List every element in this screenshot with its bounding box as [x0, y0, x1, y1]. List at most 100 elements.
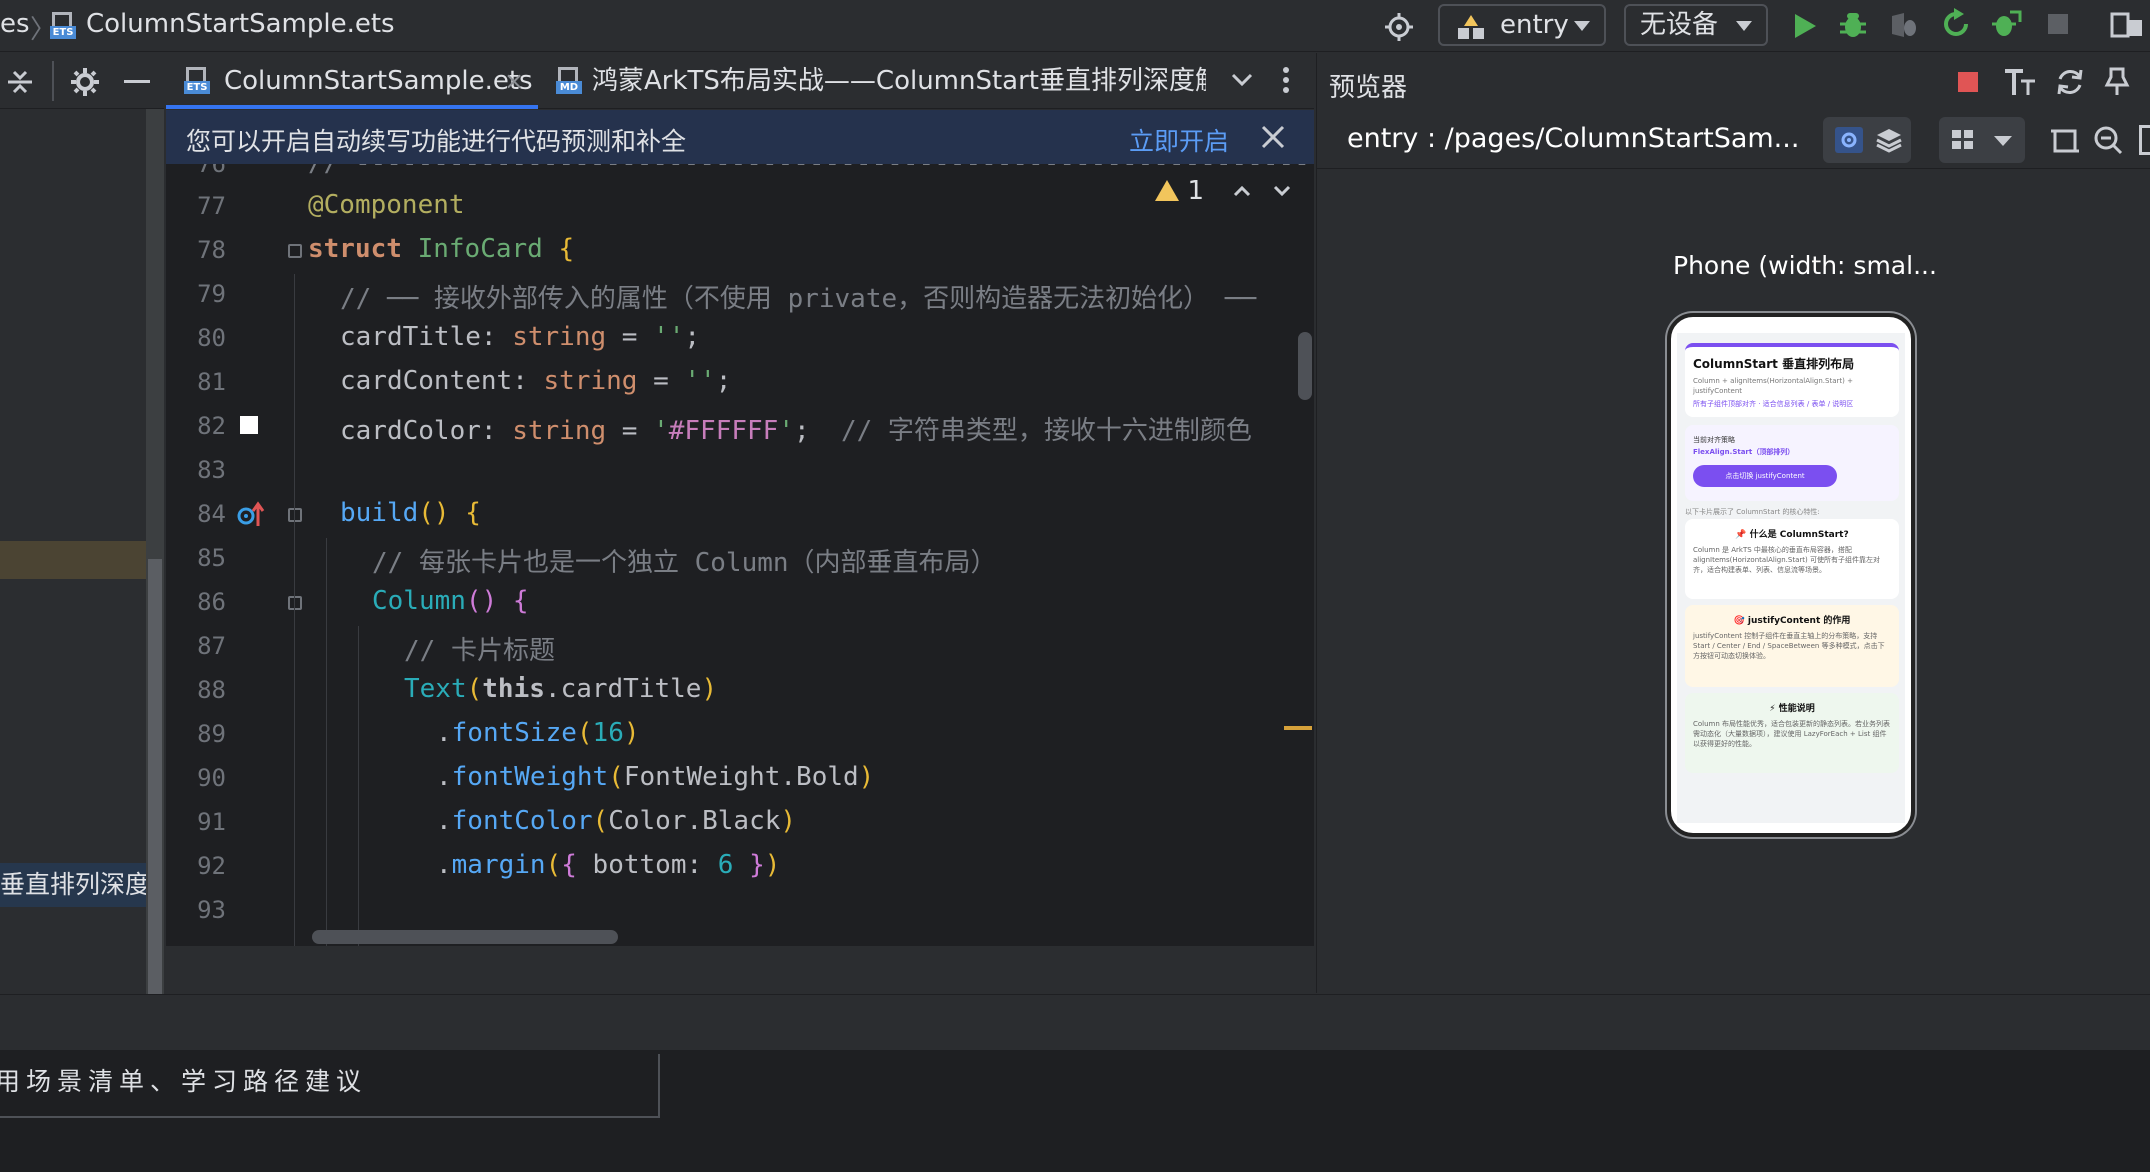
previous-highlight-icon[interactable]	[1232, 184, 1252, 198]
app-subtitle-2: justifyContent	[1693, 387, 1743, 395]
header-card: ColumnStart 垂直排列布局 Column + alignItems(H…	[1685, 343, 1899, 417]
info-card-title: ⚡ 性能说明	[1769, 704, 1815, 714]
inspector-icon[interactable]	[1835, 127, 1863, 153]
gear-icon[interactable]	[70, 67, 100, 97]
tab-markdown-doc[interactable]: MD 鸿蒙ArkTS布局实战——ColumnStart垂直排列深度解析.	[546, 53, 1206, 109]
tab-columnstartsample[interactable]: ETS ColumnStartSample.ets ×	[166, 53, 538, 109]
code-editor[interactable]: 76 77 78 79 80 81 82 83 84 85 86 87 88 8…	[166, 164, 1314, 946]
line-number: 89	[197, 720, 226, 748]
switch-justify-button[interactable]: 点击切换 justifyContent	[1693, 465, 1837, 487]
editor-gutter: 76 77 78 79 80 81 82 83 84 85 86 87 88 8…	[166, 164, 302, 946]
close-icon[interactable]	[1260, 124, 1286, 150]
code-line-82: cardColor: string = '#FFFFFF'; // 字符串类型，…	[340, 416, 1252, 446]
info-card-body: justifyContent 控制子组件在垂直主轴上的分布策略，支持 Start…	[1693, 632, 1885, 660]
info-card: ⚡ 性能说明 Column 布局性能优秀，适合包装更新的静态列表。若业务列表需动…	[1685, 693, 1899, 773]
layers-icon[interactable]	[1875, 127, 1903, 153]
locate-icon[interactable]	[1384, 12, 1414, 42]
code-line-79: // ── 接收外部传入的属性（不使用 private，否则构造器无法初始化） …	[340, 284, 1257, 314]
run-config-label: entry	[1500, 10, 1569, 40]
breadcrumb-prefix[interactable]: es	[0, 9, 30, 39]
info-card-title: 🎯 justifyContent 的作用	[1733, 616, 1851, 626]
fold-marker-icon[interactable]	[288, 244, 302, 258]
multi-device-select[interactable]	[1939, 117, 2025, 163]
line-number: 76	[197, 164, 226, 178]
inspector-toggle-group	[1823, 117, 1911, 163]
pin-icon[interactable]	[2101, 65, 2133, 97]
preview-route[interactable]: entry : /pages/ColumnStartSam...	[1347, 123, 1799, 154]
divider	[52, 61, 54, 101]
title-bar: es 〉 ETS ColumnStartSample.ets entry 无设备	[0, 0, 2150, 52]
info-card-body: Column 是 ArkTS 中最核心的垂直布局容器，搭配 alignItems…	[1693, 546, 1880, 574]
stop-preview-icon[interactable]	[1957, 71, 1979, 93]
editor-hscrollbar[interactable]	[312, 930, 618, 944]
chat-input[interactable]: 适用场景清单、学习路径建议	[0, 1054, 660, 1118]
line-number: 92	[197, 852, 226, 880]
app-subtitle-3: 所有子组件顶部对齐 · 适合信息列表 / 表单 / 说明区	[1693, 400, 1854, 408]
device-label: Phone (width: smal...	[1673, 251, 1937, 280]
debug-icon[interactable]	[1838, 10, 1868, 40]
code-line-84: build() {	[340, 498, 481, 528]
zoom-in-icon[interactable]	[2139, 125, 2150, 155]
warning-count: 1	[1187, 176, 1204, 206]
zoom-out-icon[interactable]	[2093, 125, 2123, 155]
attach-debugger-icon[interactable]	[1888, 10, 1918, 40]
phone-frame[interactable]: ColumnStart 垂直排列布局 Column + alignItems(H…	[1667, 313, 1915, 837]
font-size-icon[interactable]	[2003, 67, 2037, 97]
info-card-body: Column 布局性能优秀，适合包装更新的静态列表。若业务列表需动态化（大量数据…	[1693, 720, 1891, 748]
device-manager-icon[interactable]	[2110, 10, 2144, 40]
tree-row-highlight[interactable]	[0, 541, 146, 579]
bottom-panel-header	[0, 994, 2150, 1050]
fold-marker-icon[interactable]	[288, 596, 302, 610]
fold-marker-icon[interactable]	[288, 508, 302, 522]
tab-label: 鸿蒙ArkTS布局实战——ColumnStart垂直排列深度解析.	[592, 66, 1206, 96]
inspection-widget[interactable]: 1	[1155, 176, 1204, 206]
ai-completion-banner: 您可以开启自动续写功能进行代码预测和补全 立即开启	[166, 110, 1314, 164]
more-options-icon[interactable]	[1280, 65, 1292, 95]
chevron-down-icon	[1736, 21, 1752, 31]
code-line-92: .margin({ bottom: 6 })	[436, 850, 781, 880]
close-icon[interactable]: ×	[504, 53, 524, 109]
device-select[interactable]: 无设备	[1624, 4, 1768, 46]
code-line-89: .fontSize(16)	[436, 718, 640, 748]
chevron-down-icon[interactable]	[1230, 71, 1254, 89]
fit-to-screen-icon[interactable]	[2051, 127, 2079, 155]
minimize-icon[interactable]	[124, 79, 150, 85]
bottom-input-area: 适用场景清单、学习路径建议	[0, 1050, 2150, 1172]
collapse-all-icon[interactable]	[6, 69, 34, 95]
line-number: 80	[197, 324, 226, 352]
line-number: 77	[197, 192, 226, 220]
previewer-title: 预览器	[1329, 73, 1408, 103]
line-number: 87	[197, 632, 226, 660]
code-line-80: cardTitle: string = '';	[340, 322, 701, 352]
info-card: 🎯 justifyContent 的作用 justifyContent 控制子组…	[1685, 605, 1899, 687]
next-highlight-icon[interactable]	[1272, 184, 1292, 198]
chevron-down-icon	[1994, 136, 2012, 146]
project-scrollbar[interactable]	[146, 109, 164, 1049]
ets-file-icon: ETS	[50, 12, 80, 40]
warning-stripe-marker[interactable]	[1284, 726, 1312, 730]
tree-selected-item[interactable]: 垂直排列深度解	[0, 863, 164, 907]
chevron-down-icon	[1574, 21, 1590, 31]
code-line-87: // 卡片标题	[404, 636, 555, 666]
line-number: 78	[197, 236, 226, 264]
breadcrumb-file[interactable]: ColumnStartSample.ets	[86, 9, 395, 39]
editor-tab-bar: ETS ColumnStartSample.ets × MD 鸿蒙ArkTS布局…	[166, 53, 1314, 109]
run-icon[interactable]	[1792, 12, 1818, 40]
device-label: 无设备	[1640, 10, 1719, 40]
line-number: 93	[197, 896, 226, 924]
refresh-icon[interactable]	[2055, 67, 2085, 97]
code-line-77: @Component	[308, 190, 465, 220]
line-number: 79	[197, 280, 226, 308]
run-config-select[interactable]: entry	[1438, 4, 1606, 46]
grid-icon	[1952, 130, 1973, 149]
override-marker-icon[interactable]	[236, 500, 266, 528]
indent-guide	[294, 274, 295, 946]
profile-icon[interactable]	[1990, 8, 2022, 40]
rerun-icon[interactable]	[1940, 8, 1972, 40]
enable-now-link[interactable]: 立即开启	[1129, 122, 1229, 158]
line-number: 91	[197, 808, 226, 836]
color-swatch-icon[interactable]	[240, 416, 258, 434]
indent-guide	[326, 538, 327, 946]
editor-vscrollbar[interactable]	[1298, 332, 1312, 400]
stop-icon[interactable]	[2046, 12, 2070, 36]
